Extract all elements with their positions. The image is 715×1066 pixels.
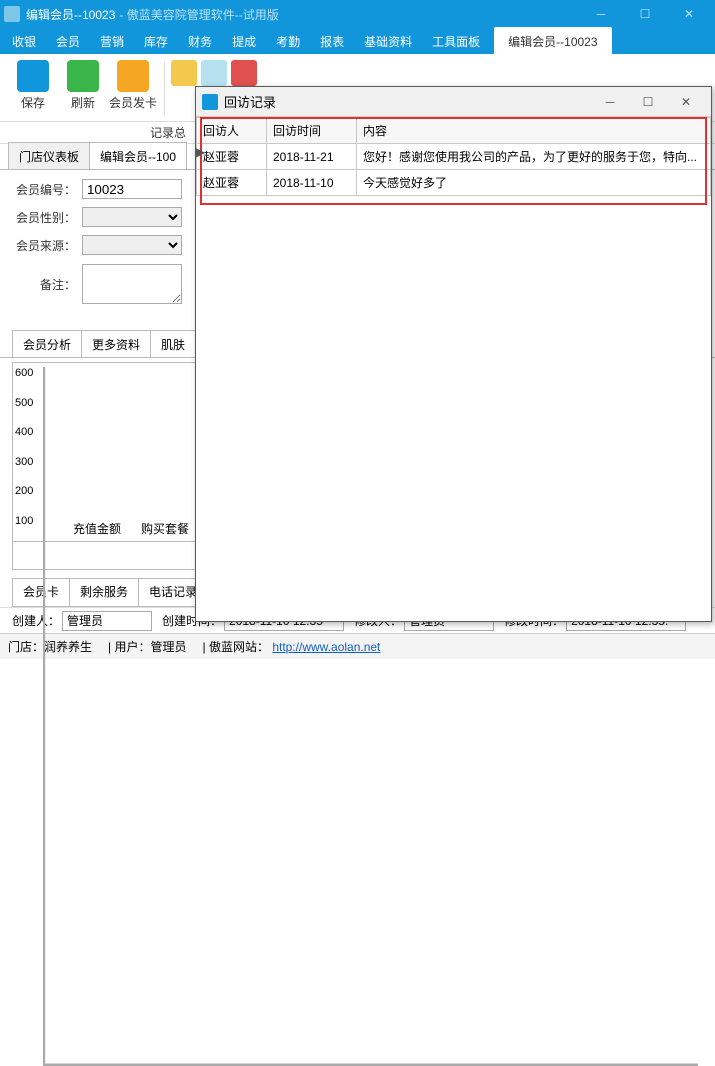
- window-title: 编辑会员--10023: [26, 6, 115, 23]
- popup-minimize[interactable]: ─: [591, 88, 629, 116]
- cell-visitor: 赵亚蓉: [197, 144, 267, 170]
- gender-label: 会员性别：: [12, 209, 76, 226]
- tab-dashboard[interactable]: 门店仪表板: [8, 142, 90, 169]
- close-button[interactable]: ✕: [667, 0, 711, 28]
- cell-time: 2018-11-21: [267, 144, 357, 170]
- chart-yaxis: 600 500 400 300 200 100: [15, 367, 33, 527]
- refresh-button[interactable]: 刷新: [58, 58, 108, 111]
- record-count-label: 记录总: [150, 124, 186, 141]
- menu-stock[interactable]: 库存: [134, 29, 178, 54]
- table-row[interactable]: 赵亚蓉 2018-11-21 您好！感谢您使用我公司的产品，为了更好的服务于您，…: [197, 144, 711, 170]
- source-select[interactable]: [82, 235, 182, 255]
- member-id-label: 会员编号：: [12, 181, 76, 198]
- card-label: 会员发卡: [108, 94, 158, 111]
- minimize-button[interactable]: ─: [579, 0, 623, 28]
- popup-icon: [202, 94, 218, 110]
- table-row[interactable]: 赵亚蓉 2018-11-10 今天感觉好多了: [197, 170, 711, 196]
- save-label: 保存: [8, 94, 58, 111]
- cell-time: 2018-11-10: [267, 170, 357, 196]
- col-visitor[interactable]: 回访人: [197, 118, 267, 144]
- remark-textarea[interactable]: [82, 264, 182, 304]
- menu-report[interactable]: 报表: [310, 29, 354, 54]
- app-icon: [4, 6, 20, 22]
- save-button[interactable]: 保存: [8, 58, 58, 111]
- tab-skin[interactable]: 肌肤: [150, 330, 196, 357]
- cell-content: 您好！感谢您使用我公司的产品，为了更好的服务于您，特向...: [357, 144, 711, 170]
- window-subtitle: - 傲蓝美容院管理软件--试用版: [119, 6, 278, 23]
- refresh-icon: [67, 60, 99, 92]
- popup-close[interactable]: ✕: [667, 88, 705, 116]
- issue-card-button[interactable]: 会员发卡: [108, 58, 158, 111]
- gender-select[interactable]: [82, 207, 182, 227]
- popup-maximize[interactable]: ☐: [629, 88, 667, 116]
- maximize-button[interactable]: ☐: [623, 0, 667, 28]
- menu-bar: 收银 会员 营销 库存 财务 提成 考勤 报表 基础资料 工具面板 编辑会员--…: [0, 28, 715, 54]
- member-id-input[interactable]: [82, 179, 182, 199]
- toolbar-separator: [164, 62, 165, 116]
- col-time[interactable]: 回访时间: [267, 118, 357, 144]
- menu-marketing[interactable]: 营销: [90, 29, 134, 54]
- store-label: 门店：: [8, 640, 44, 654]
- col-content[interactable]: 内容: [357, 118, 711, 144]
- menu-cashier[interactable]: 收银: [2, 29, 46, 54]
- calendar-icon[interactable]: [201, 60, 227, 86]
- user-icon[interactable]: [171, 60, 197, 86]
- row-indicator-icon: ▶: [196, 145, 202, 167]
- menu-toolpanel[interactable]: 工具面板: [422, 29, 490, 54]
- cell-visitor: 赵亚蓉: [197, 170, 267, 196]
- popup-table-wrap: 回访人 回访时间 内容 赵亚蓉 2018-11-21 您好！感谢您使用我公司的产…: [196, 117, 711, 196]
- menu-basedata[interactable]: 基础资料: [354, 29, 422, 54]
- visit-log-table: 回访人 回访时间 内容 赵亚蓉 2018-11-21 您好！感谢您使用我公司的产…: [196, 117, 711, 196]
- menu-finance[interactable]: 财务: [178, 29, 222, 54]
- save-icon: [17, 60, 49, 92]
- tab-edit-member[interactable]: 编辑会员--100: [89, 142, 187, 169]
- popup-title: 回访记录: [224, 92, 591, 111]
- tab-analysis[interactable]: 会员分析: [12, 330, 82, 357]
- popup-titlebar[interactable]: 回访记录 ─ ☐ ✕: [196, 87, 711, 117]
- small-tools: [171, 58, 257, 86]
- cell-content: 今天感觉好多了: [357, 170, 711, 196]
- refresh-label: 刷新: [58, 94, 108, 111]
- card-icon: [117, 60, 149, 92]
- tab-more-info[interactable]: 更多资料: [81, 330, 151, 357]
- remark-label: 备注：: [12, 276, 76, 293]
- main-titlebar: 编辑会员--10023 - 傲蓝美容院管理软件--试用版 ─ ☐ ✕: [0, 0, 715, 28]
- mail-icon[interactable]: [231, 60, 257, 86]
- document-tab[interactable]: 编辑会员--10023: [494, 27, 611, 55]
- visit-log-popup: 回访记录 ─ ☐ ✕ 回访人 回访时间 内容 赵亚蓉 2018-11-21 您好…: [195, 86, 712, 622]
- menu-member[interactable]: 会员: [46, 29, 90, 54]
- source-label: 会员来源：: [12, 237, 76, 254]
- menu-attendance[interactable]: 考勤: [266, 29, 310, 54]
- menu-commission[interactable]: 提成: [222, 29, 266, 54]
- table-header-row: 回访人 回访时间 内容: [197, 118, 711, 144]
